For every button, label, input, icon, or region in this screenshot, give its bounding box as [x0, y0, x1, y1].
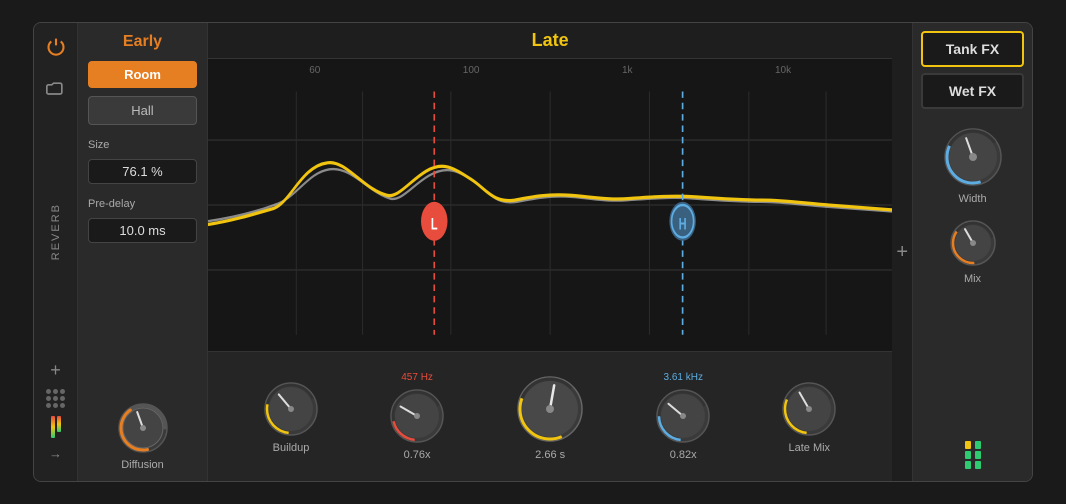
size-value[interactable]: 76.1 %	[88, 159, 197, 184]
width-knob[interactable]	[941, 125, 1005, 189]
width-label: Width	[958, 193, 986, 205]
predelay-label: Pre-delay	[88, 198, 197, 210]
tank-fx-button[interactable]: Tank FX	[921, 31, 1024, 67]
mix-knob[interactable]	[947, 217, 999, 269]
knobs-area: Buildup 457 Hz 0.76x	[208, 351, 892, 481]
plugin-title: REVERB	[50, 203, 62, 260]
low-decay-label: 0.76x	[404, 449, 431, 461]
mix-group: Mix	[921, 217, 1024, 285]
late-mix-knob[interactable]	[780, 380, 838, 438]
size-label: Size	[88, 139, 197, 151]
hall-button[interactable]: Hall	[88, 96, 197, 125]
width-group: Width	[921, 125, 1024, 205]
reverb-time-knob[interactable]	[514, 373, 586, 445]
vu-left	[965, 441, 971, 469]
folder-icon[interactable]	[42, 75, 70, 103]
mix-label: Mix	[964, 273, 981, 285]
diffusion-label: Diffusion	[121, 459, 164, 471]
early-title: Early	[88, 33, 197, 51]
buildup-label: Buildup	[273, 442, 310, 454]
vu-right	[975, 441, 981, 469]
low-freq-label: 457 Hz	[401, 372, 433, 383]
low-decay-group: 457 Hz 0.76x	[388, 372, 446, 461]
hf-decay-label: 0.82x	[670, 449, 697, 461]
diffusion-knob[interactable]	[116, 401, 170, 455]
right-panel: Tank FX Wet FX Width	[912, 23, 1032, 481]
low-decay-knob[interactable]	[388, 387, 446, 445]
buildup-knob[interactable]	[262, 380, 320, 438]
diffusion-area: Diffusion	[88, 401, 197, 471]
predelay-value[interactable]: 10.0 ms	[88, 218, 197, 243]
wet-fx-button[interactable]: Wet FX	[921, 73, 1024, 109]
vu-meters-right	[921, 441, 1024, 473]
high-freq-label: 3.61 kHz	[663, 372, 702, 383]
reverb-time-group: 2.66 s	[514, 373, 586, 461]
grid-dots-icon	[46, 389, 65, 408]
late-mix-label: Late Mix	[788, 442, 830, 454]
hf-decay-knob[interactable]	[654, 387, 712, 445]
hf-decay-group: 3.61 kHz 0.82x	[654, 372, 712, 461]
reverb-time-label: 2.66 s	[535, 449, 565, 461]
plus-left-icon[interactable]: +	[50, 360, 61, 381]
left-sidebar: REVERB + →	[34, 23, 78, 481]
plus-right-icon[interactable]: +	[896, 241, 908, 264]
svg-text:L: L	[431, 214, 438, 233]
vu-meter-left	[51, 416, 61, 438]
arrow-icon[interactable]: →	[49, 446, 62, 461]
late-mix-group: Late Mix	[780, 380, 838, 454]
eq-display[interactable]: 60 100 1k 10k	[208, 59, 892, 351]
svg-text:H: H	[679, 214, 687, 233]
power-icon[interactable]	[42, 33, 70, 61]
late-header: Late	[208, 23, 892, 59]
early-panel: Early Room Hall Size 76.1 % Pre-delay 10…	[78, 23, 208, 481]
room-button[interactable]: Room	[88, 61, 197, 88]
late-title: Late	[532, 30, 569, 51]
buildup-group: Buildup	[262, 380, 320, 454]
center-area: Late 60 100 1k 10k	[208, 23, 892, 481]
